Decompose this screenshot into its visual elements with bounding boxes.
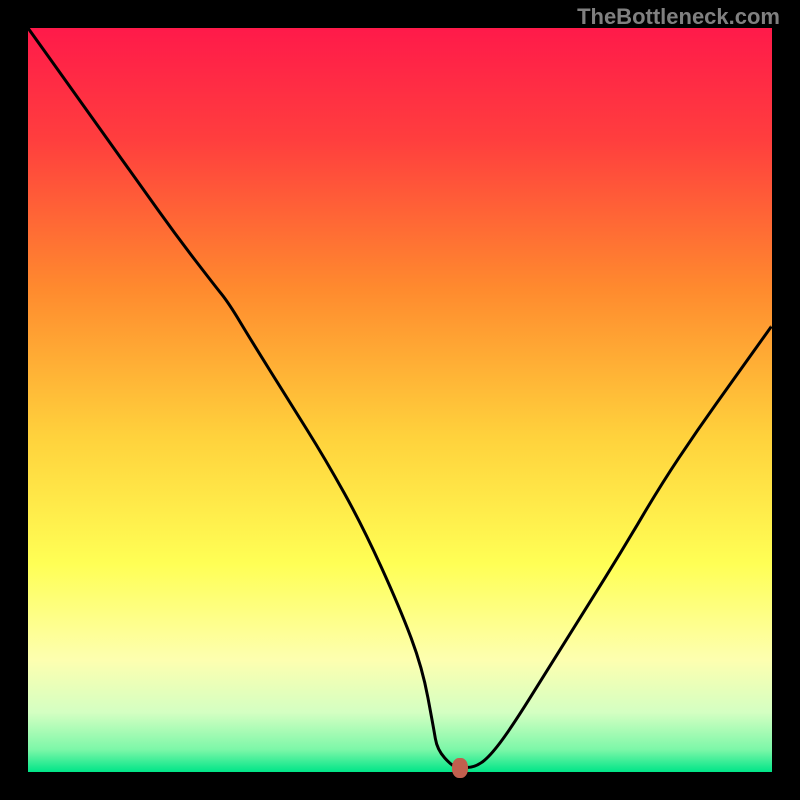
plot-area (28, 28, 772, 772)
watermark-text: TheBottleneck.com (577, 4, 780, 30)
highlight-marker (452, 758, 468, 778)
chart-container: TheBottleneck.com (0, 0, 800, 800)
gradient-background (28, 28, 772, 772)
chart-svg (28, 28, 772, 772)
